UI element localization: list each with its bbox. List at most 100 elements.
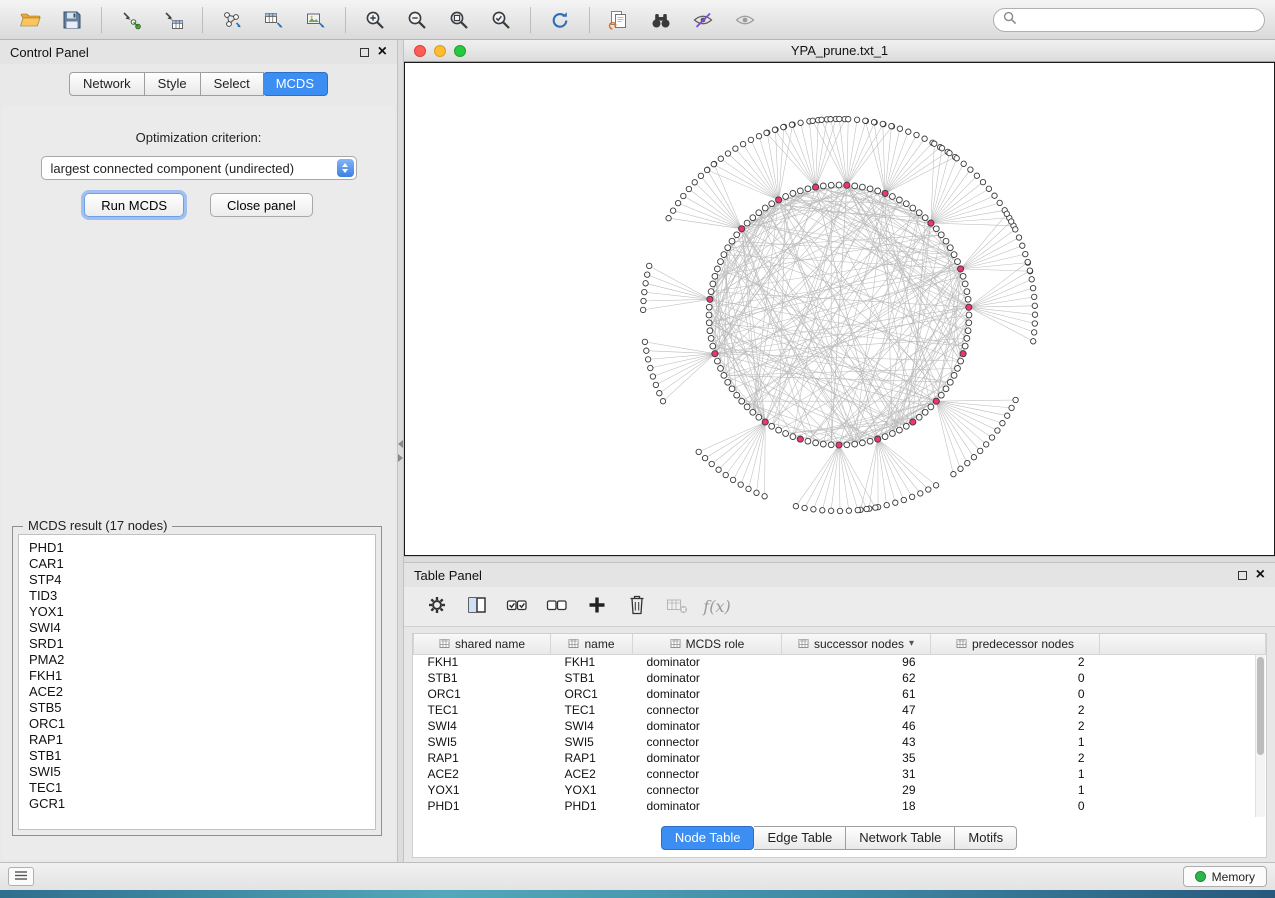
column-header-MCDS-role[interactable]: MCDS role (633, 634, 782, 654)
column-header-successor-nodes[interactable]: successor nodes▾ (782, 634, 931, 654)
result-node[interactable]: SRD1 (29, 636, 375, 652)
export-image-button[interactable] (296, 4, 336, 36)
result-node[interactable]: ACE2 (29, 684, 375, 700)
close-panel-button[interactable]: Close panel (210, 193, 313, 217)
save-session-button[interactable] (52, 4, 92, 36)
export-table-button[interactable] (254, 4, 294, 36)
add-column-button[interactable] (580, 591, 614, 623)
result-node[interactable]: GCR1 (29, 796, 375, 812)
memory-button[interactable]: Memory (1183, 866, 1267, 887)
function-builder-button[interactable]: f(x) (700, 591, 734, 623)
zoom-in-button[interactable] (355, 4, 395, 36)
result-node[interactable]: STB1 (29, 748, 375, 764)
table-tabbar: Node TableEdge TableNetwork TableMotifs (413, 821, 1266, 857)
network-graph[interactable] (405, 63, 1274, 555)
zoom-selected-button[interactable] (481, 4, 521, 36)
collapse-right-icon[interactable] (398, 454, 403, 462)
criterion-dropdown[interactable]: largest connected component (undirected) (41, 156, 357, 180)
network-canvas[interactable] (404, 62, 1275, 556)
zoom-fit-button[interactable] (439, 4, 479, 36)
float-panel-icon[interactable] (1238, 571, 1247, 580)
table-row[interactable]: PHD1PHD1dominator180 (414, 798, 1266, 814)
table-scrollbar[interactable] (1255, 655, 1265, 817)
eye-icon (734, 10, 756, 30)
column-header-name[interactable]: name (551, 634, 633, 654)
table-row[interactable]: FKH1FKH1dominator962 (414, 654, 1266, 670)
table-cell: SWI4 (551, 718, 633, 734)
table-cell: ACE2 (414, 766, 551, 782)
hide-selection-button[interactable] (683, 4, 723, 36)
table-row[interactable]: TEC1TEC1connector472 (414, 702, 1266, 718)
close-panel-icon[interactable]: × (1256, 569, 1265, 581)
fx-icon: f(x) (703, 597, 730, 616)
close-window-icon[interactable] (414, 45, 426, 57)
open-session-button[interactable] (10, 4, 50, 36)
result-node[interactable]: FKH1 (29, 668, 375, 684)
table-row[interactable]: SWI4SWI4dominator462 (414, 718, 1266, 734)
table-row[interactable]: ORC1ORC1dominator610 (414, 686, 1266, 702)
result-node[interactable]: YOX1 (29, 604, 375, 620)
table-row[interactable]: RAP1RAP1dominator352 (414, 750, 1266, 766)
tab-network[interactable]: Network (69, 72, 145, 96)
result-node[interactable]: SWI4 (29, 620, 375, 636)
show-column-button[interactable] (460, 591, 494, 623)
clone-network-button[interactable] (599, 4, 639, 36)
vertical-splitter[interactable] (397, 40, 404, 862)
horizontal-splitter[interactable] (404, 556, 1275, 563)
import-table-button[interactable] (153, 4, 193, 36)
result-node[interactable]: PMA2 (29, 652, 375, 668)
table-row[interactable]: SWI5SWI5connector431 (414, 734, 1266, 750)
result-node[interactable]: SWI5 (29, 764, 375, 780)
mcds-result-list[interactable]: PHD1CAR1STP4TID3YOX1SWI4SRD1PMA2FKH1ACE2… (18, 534, 376, 830)
delete-column-button[interactable] (620, 591, 654, 623)
table-row[interactable]: ACE2ACE2connector311 (414, 766, 1266, 782)
sort-arrow-icon[interactable]: ▾ (909, 638, 914, 649)
close-panel-icon[interactable]: × (378, 46, 387, 58)
table-grid-icon (670, 638, 681, 649)
tab-mcds[interactable]: MCDS (263, 72, 328, 96)
table-cell: 2 (931, 702, 1100, 718)
select-all-button[interactable] (500, 591, 534, 623)
minimize-window-icon[interactable] (434, 45, 446, 57)
result-node[interactable]: RAP1 (29, 732, 375, 748)
tab-style[interactable]: Style (145, 72, 201, 96)
delete-table-button[interactable] (660, 591, 694, 623)
result-node[interactable]: STB5 (29, 700, 375, 716)
result-node[interactable]: TID3 (29, 588, 375, 604)
maximize-window-icon[interactable] (454, 45, 466, 57)
tab-edge-table[interactable]: Edge Table (754, 826, 846, 850)
table-settings-button[interactable] (420, 591, 454, 623)
float-panel-icon[interactable] (360, 48, 369, 57)
table-panel-header: Table Panel × (404, 563, 1275, 587)
scrollbar-thumb[interactable] (1257, 657, 1264, 755)
tab-node-table[interactable]: Node Table (661, 826, 755, 850)
table-row[interactable]: YOX1YOX1connector291 (414, 782, 1266, 798)
table-cell: ORC1 (414, 686, 551, 702)
zoom-selected-icon (490, 9, 512, 31)
result-node[interactable]: TEC1 (29, 780, 375, 796)
export-network-button[interactable] (212, 4, 252, 36)
export-image-icon (305, 10, 327, 30)
collapse-left-icon[interactable] (398, 440, 403, 448)
deselect-all-button[interactable] (540, 591, 574, 623)
column-header-filler (1100, 634, 1266, 654)
tab-motifs[interactable]: Motifs (955, 826, 1017, 850)
tab-select[interactable]: Select (201, 72, 264, 96)
show-all-button[interactable] (725, 4, 765, 36)
find-button[interactable] (641, 4, 681, 36)
column-header-predecessor-nodes[interactable]: predecessor nodes (931, 634, 1100, 654)
run-mcds-button[interactable]: Run MCDS (84, 193, 184, 217)
result-node[interactable]: PHD1 (29, 540, 375, 556)
tab-network-table[interactable]: Network Table (846, 826, 955, 850)
table-row[interactable]: STB1STB1dominator620 (414, 670, 1266, 686)
refresh-view-button[interactable] (540, 4, 580, 36)
clone-document-icon (608, 9, 630, 31)
column-header-shared-name[interactable]: shared name (414, 634, 551, 654)
task-history-button[interactable] (8, 867, 34, 886)
import-network-button[interactable] (111, 4, 151, 36)
result-node[interactable]: CAR1 (29, 556, 375, 572)
result-node[interactable]: STP4 (29, 572, 375, 588)
zoom-out-button[interactable] (397, 4, 437, 36)
search-input[interactable] (1023, 13, 1255, 27)
result-node[interactable]: ORC1 (29, 716, 375, 732)
